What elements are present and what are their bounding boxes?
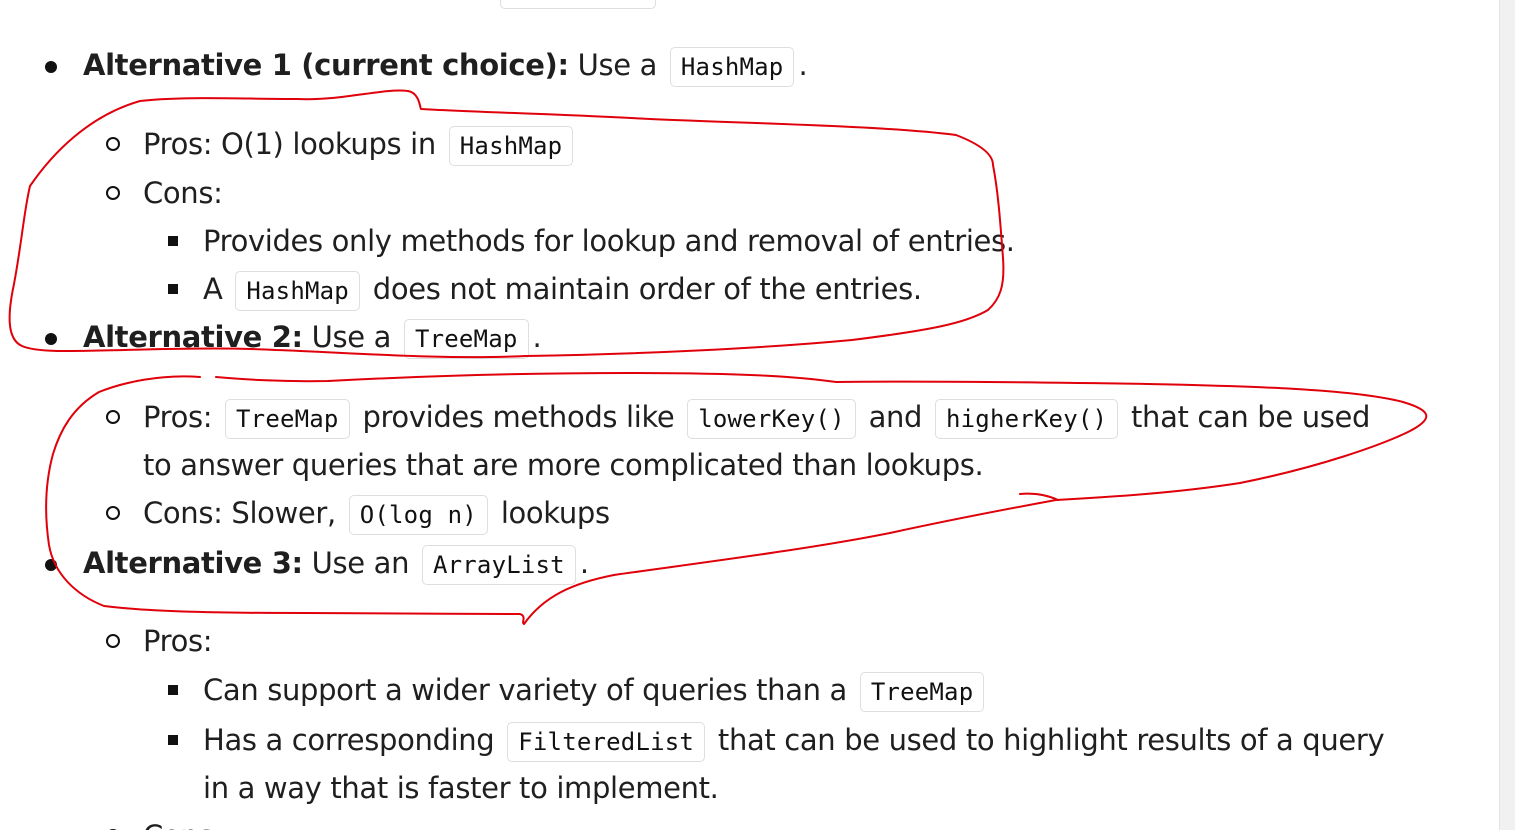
alternative-1-text: Use a bbox=[577, 48, 658, 82]
cons-item-text-before: A bbox=[203, 272, 223, 306]
disc-bullet bbox=[45, 333, 57, 345]
alternative-1-code: HashMap bbox=[669, 47, 795, 87]
pros-text-and: and bbox=[868, 400, 923, 434]
pros-text: O(1) lookups in bbox=[221, 127, 436, 161]
pros-label: Pros: bbox=[143, 624, 213, 658]
document-page: Alternative 1 (current choice): Use a Ha… bbox=[0, 0, 1500, 830]
annotation-arrow-tip bbox=[1019, 492, 1059, 501]
pros-item-code: FilteredList bbox=[507, 722, 706, 762]
vertical-scrollbar[interactable] bbox=[1499, 0, 1515, 830]
pros-item-text: Can support a wider variety of queries t… bbox=[203, 673, 847, 707]
circle-bullet bbox=[106, 634, 120, 648]
pros-text-continued: to answer queries that are more complica… bbox=[143, 448, 984, 482]
cons-text-end: lookups bbox=[500, 496, 610, 530]
pros-label: Pros: bbox=[143, 127, 213, 161]
alternative-2-heading: Alternative 2: bbox=[83, 320, 303, 354]
disc-bullet bbox=[45, 61, 57, 73]
circle-bullet bbox=[106, 137, 120, 151]
square-bullet bbox=[168, 236, 178, 246]
alternative-3-period: . bbox=[579, 546, 589, 580]
square-bullet bbox=[168, 685, 178, 695]
pros-item-text-after: that can be used to highlight results of… bbox=[717, 723, 1385, 757]
cons-item-text-after: does not maintain order of the entries. bbox=[372, 272, 922, 306]
alternative-3-code: ArrayList bbox=[421, 545, 576, 585]
pros-item-text-continued: in a way that is faster to implement. bbox=[203, 771, 719, 805]
cons-label: Cons: bbox=[143, 812, 223, 830]
alternative-2-period: . bbox=[532, 320, 542, 354]
cons-label: Cons: bbox=[143, 176, 223, 210]
square-bullet bbox=[168, 284, 178, 294]
alternative-2-text: Use a bbox=[311, 320, 392, 354]
pros-code: HashMap bbox=[448, 126, 574, 166]
pros-code-treemap: TreeMap bbox=[225, 399, 350, 439]
cons-code: O(log n) bbox=[348, 495, 488, 535]
cons-text: Slower, bbox=[231, 496, 336, 530]
code-chip-fragment bbox=[500, 0, 656, 9]
pros-text: provides methods like bbox=[362, 400, 675, 434]
alternative-1-heading: Alternative 1 (current choice): bbox=[83, 48, 569, 82]
square-bullet bbox=[168, 735, 178, 745]
circle-bullet bbox=[106, 186, 120, 200]
disc-bullet bbox=[45, 559, 57, 571]
alternative-1-period: . bbox=[798, 48, 808, 82]
alternative-2-code: TreeMap bbox=[403, 319, 529, 359]
pros-code-lowerkey: lowerKey() bbox=[687, 399, 856, 439]
pros-label: Pros: bbox=[143, 400, 213, 434]
circle-bullet bbox=[106, 506, 120, 520]
cons-item-code: HashMap bbox=[235, 271, 360, 311]
pros-code-higherkey: higherKey() bbox=[935, 399, 1119, 439]
pros-item-text: Has a corresponding bbox=[203, 723, 495, 757]
cons-item-text: Provides only methods for lookup and rem… bbox=[203, 224, 1015, 258]
alternative-3-text: Use an bbox=[311, 546, 410, 580]
alternative-3-heading: Alternative 3: bbox=[83, 546, 303, 580]
circle-bullet bbox=[106, 410, 120, 424]
pros-text-end: that can be used bbox=[1131, 400, 1371, 434]
pros-item-code: TreeMap bbox=[859, 672, 985, 712]
cons-label: Cons: bbox=[143, 496, 223, 530]
